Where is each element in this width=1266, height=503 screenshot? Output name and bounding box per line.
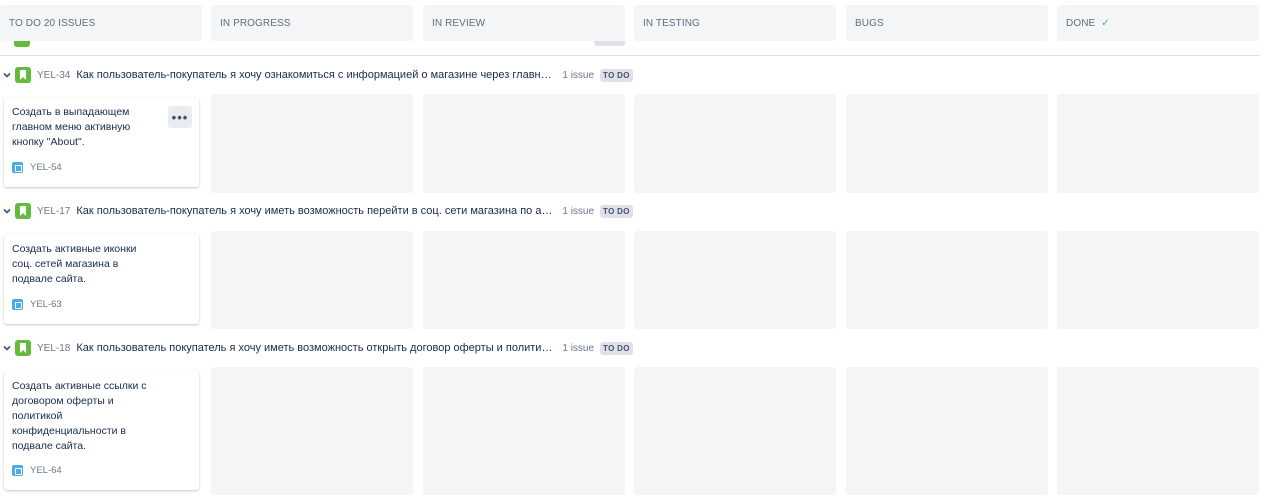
issue-key[interactable]: YEL-34: [37, 70, 70, 81]
story-icon: [15, 67, 31, 83]
column-title: TO DO 20 ISSUES: [9, 18, 96, 29]
more-icon[interactable]: •••: [168, 106, 192, 128]
card-issue-key[interactable]: YEL-63: [30, 297, 62, 312]
empty-cell[interactable]: [634, 367, 836, 495]
column-title: DONE: [1066, 18, 1096, 29]
divider: [0, 55, 1260, 56]
card-footer: YEL-54: [12, 160, 62, 175]
card-summary: Создать активные ссылки с договором офер…: [12, 380, 147, 452]
empty-cell[interactable]: [634, 94, 836, 193]
status-lozenge: TO DO: [600, 204, 633, 218]
task-icon: [12, 465, 23, 476]
issue-count: 1 issue: [562, 342, 595, 354]
empty-cell[interactable]: [211, 367, 413, 495]
empty-cell[interactable]: [1057, 231, 1259, 329]
swimlane-header[interactable]: YEL-17 Как пользователь-покупатель я хоч…: [0, 201, 633, 221]
status-lozenge: TO DO: [600, 341, 633, 355]
empty-cell[interactable]: [211, 231, 413, 329]
card-summary: Создать активные иконки соц. сетей магаз…: [12, 243, 137, 285]
column-title: IN TESTING: [643, 18, 700, 29]
story-icon: [15, 203, 31, 219]
column-header-done[interactable]: DONE ✓: [1057, 5, 1259, 41]
status-lozenge-edge: [594, 41, 625, 46]
empty-cell[interactable]: [846, 94, 1048, 193]
column-header-todo[interactable]: TO DO 20 ISSUES: [0, 5, 202, 41]
card-summary: Создать в выпадающем главном меню активн…: [12, 106, 131, 148]
chevron-down-icon[interactable]: [3, 71, 11, 79]
scrolled-content-edge: [14, 41, 30, 47]
task-icon: [12, 162, 23, 173]
story-icon: [15, 340, 31, 356]
card-footer: YEL-64: [12, 463, 62, 478]
empty-cell[interactable]: [211, 94, 413, 193]
chevron-down-icon[interactable]: [3, 207, 11, 215]
issue-key[interactable]: YEL-18: [37, 343, 70, 354]
empty-cell[interactable]: [846, 367, 1048, 495]
swimlane-header[interactable]: YEL-18 Как пользователь покупатель я хоч…: [0, 338, 633, 358]
column-header-in-testing[interactable]: IN TESTING: [634, 5, 836, 41]
empty-cell[interactable]: [1057, 367, 1259, 495]
column-header-in-progress[interactable]: IN PROGRESS: [211, 5, 413, 41]
column-title: IN PROGRESS: [220, 18, 291, 29]
issue-summary[interactable]: Как пользователь покупатель я хочу иметь…: [76, 342, 554, 354]
empty-cell[interactable]: [423, 94, 625, 193]
card-footer: YEL-63: [12, 297, 62, 312]
issue-summary[interactable]: Как пользователь-покупатель я хочу иметь…: [76, 205, 554, 217]
issue-card[interactable]: Создать активные ссылки с договором офер…: [4, 371, 199, 490]
checkmark-icon: ✓: [1101, 18, 1110, 29]
issue-summary[interactable]: Как пользователь-покупатель я хочу ознак…: [76, 69, 554, 81]
swimlane-header[interactable]: YEL-34 Как пользователь-покупатель я хоч…: [0, 65, 633, 85]
empty-cell[interactable]: [423, 367, 625, 495]
card-issue-key[interactable]: YEL-64: [30, 463, 62, 478]
empty-cell[interactable]: [1057, 94, 1259, 193]
empty-cell[interactable]: [846, 231, 1048, 329]
empty-cell[interactable]: [634, 231, 836, 329]
column-header-in-review[interactable]: IN REVIEW: [423, 5, 625, 41]
column-title: BUGS: [855, 18, 884, 29]
issue-count: 1 issue: [562, 69, 595, 81]
issue-count: 1 issue: [562, 205, 595, 217]
column-title: IN REVIEW: [432, 18, 486, 29]
task-icon: [12, 299, 23, 310]
issue-card[interactable]: Создать активные иконки соц. сетей магаз…: [4, 234, 199, 324]
issue-key[interactable]: YEL-17: [37, 206, 70, 217]
status-lozenge: TO DO: [600, 68, 633, 82]
card-issue-key[interactable]: YEL-54: [30, 160, 62, 175]
empty-cell[interactable]: [423, 231, 625, 329]
story-icon: [14, 41, 30, 47]
issue-card[interactable]: Создать в выпадающем главном меню активн…: [4, 97, 199, 187]
column-header-bugs[interactable]: BUGS: [846, 5, 1048, 41]
scrolled-content-edge: [594, 41, 625, 47]
chevron-down-icon[interactable]: [3, 344, 11, 352]
